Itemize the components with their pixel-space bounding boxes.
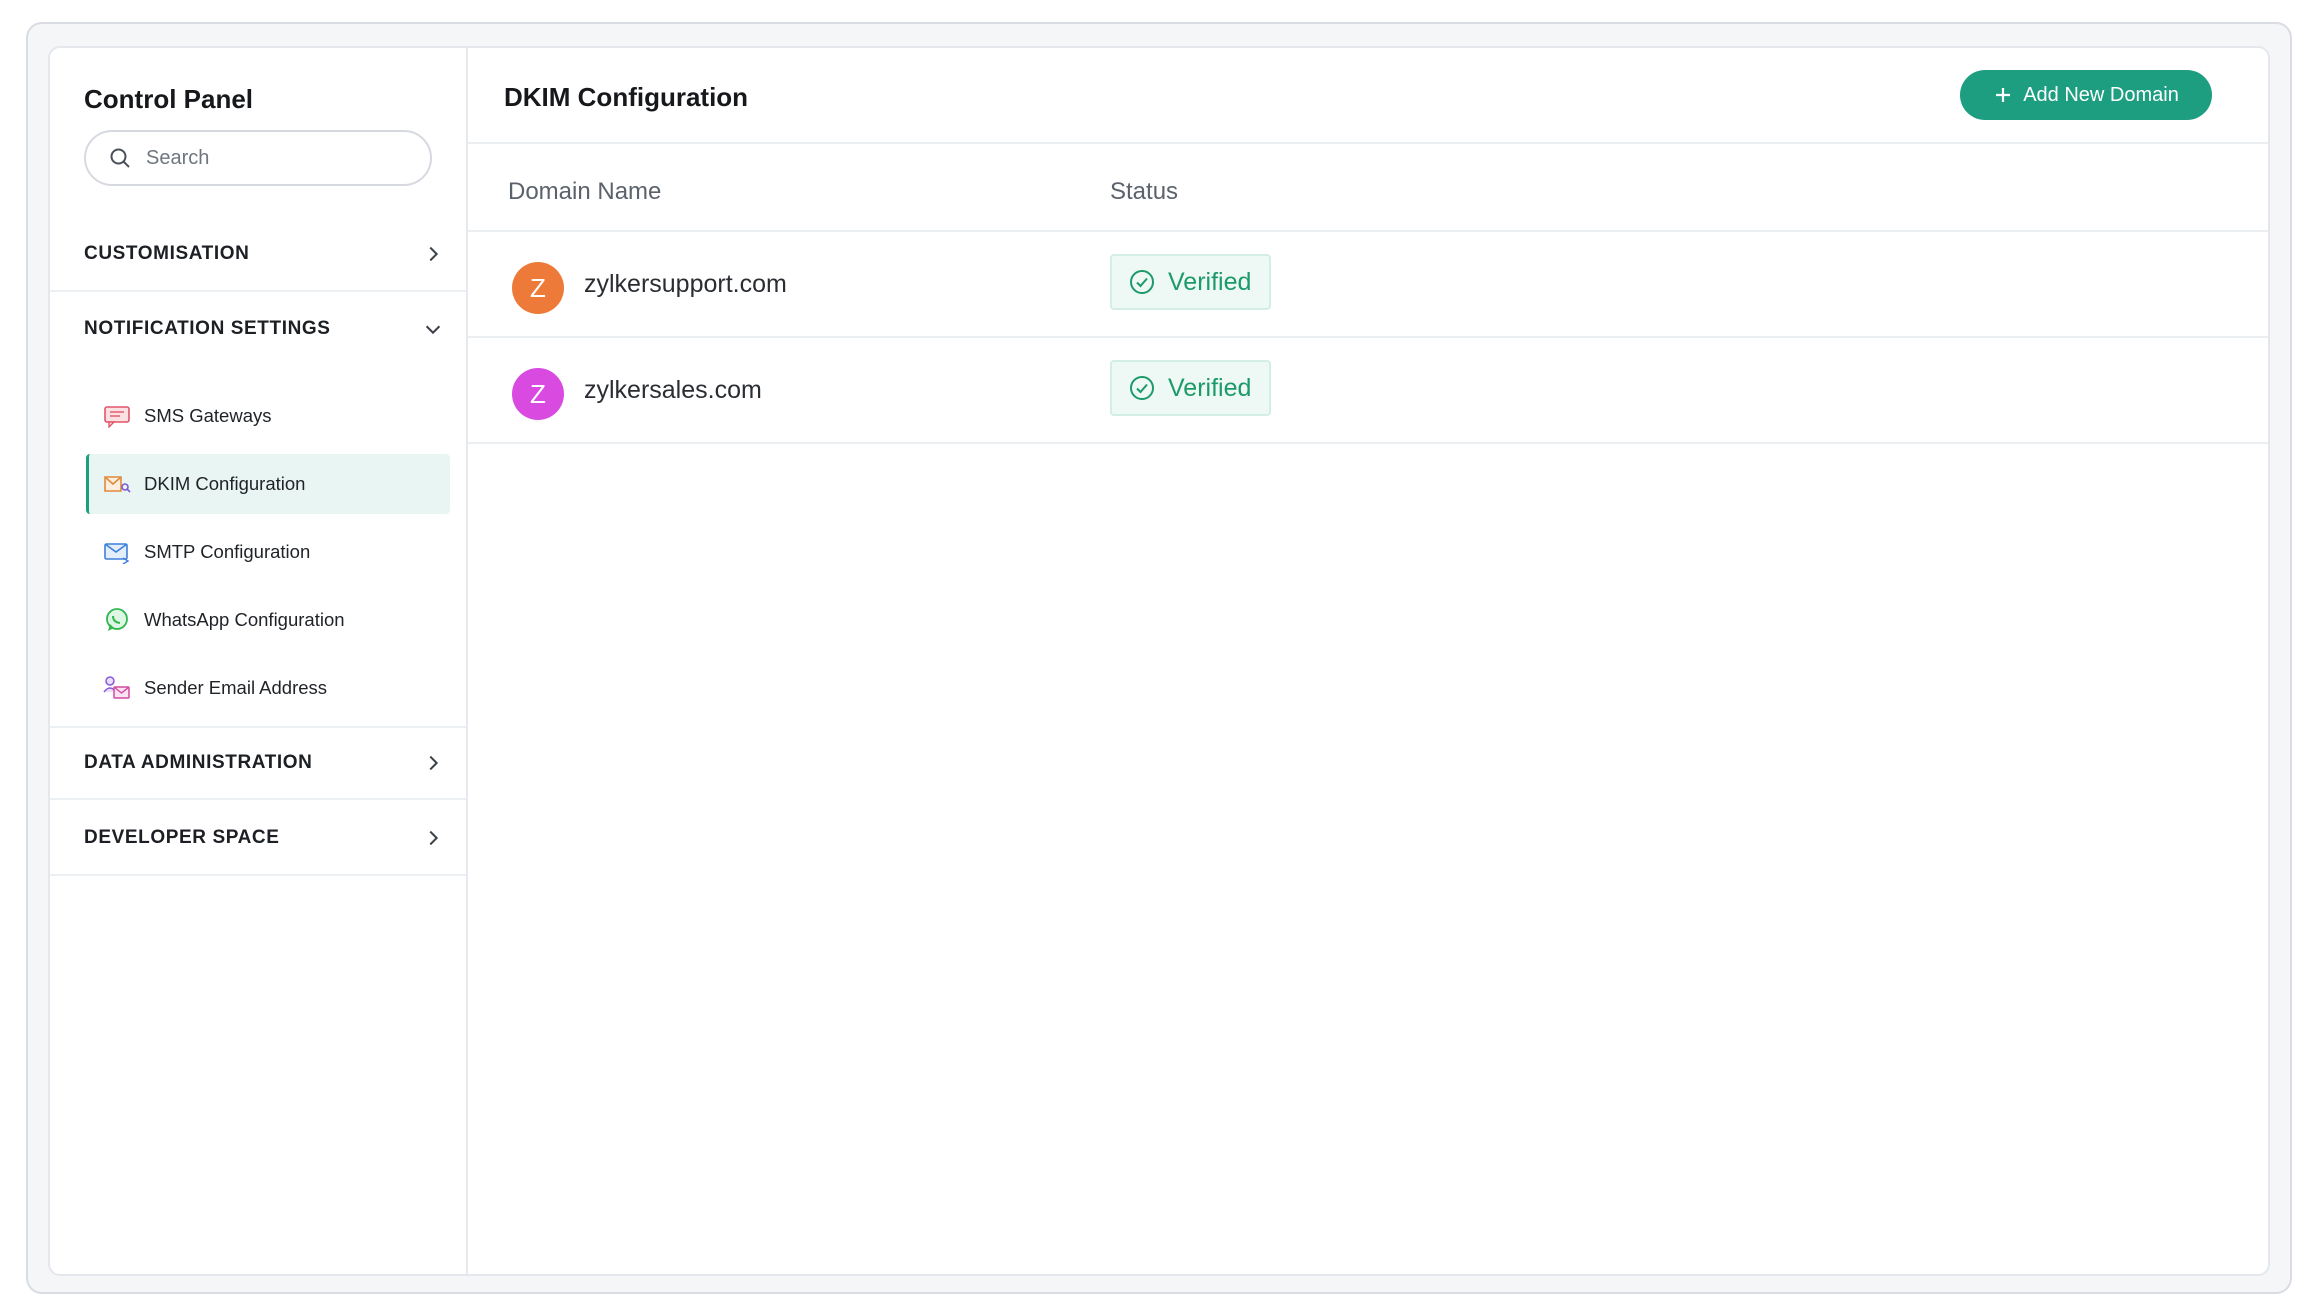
sidebar-item-label: DKIM Configuration — [144, 473, 306, 494]
sidebar-item-dkim-configuration[interactable]: DKIM Configuration — [86, 454, 450, 514]
search-box[interactable] — [84, 130, 432, 186]
sidebar-item-label: WhatsApp Configuration — [144, 609, 345, 630]
search-icon — [110, 148, 130, 168]
domain-avatar: Z — [512, 368, 564, 420]
section-label: NOTIFICATION SETTINGS — [84, 318, 331, 339]
table-row[interactable]: Z zylkersales.com Verified — [468, 338, 2268, 444]
chevron-right-icon — [429, 830, 439, 846]
sidebar-section-developer-space[interactable]: DEVELOPER SPACE — [50, 802, 466, 876]
section-label: DATA ADMINISTRATION — [84, 752, 313, 773]
status-badge: Verified — [1110, 360, 1272, 416]
sidebar-item-sender-email-address[interactable]: Sender Email Address — [86, 658, 450, 718]
column-header-domain: Domain Name — [508, 178, 662, 205]
table-header: Domain Name Status — [468, 144, 2268, 232]
search-input[interactable] — [146, 146, 406, 170]
domain-name: zylkersales.com — [584, 376, 762, 404]
sidebar-item-label: SMS Gateways — [144, 405, 272, 426]
smtp-icon — [102, 539, 132, 565]
chevron-right-icon — [429, 755, 439, 771]
column-header-status: Status — [1110, 178, 1179, 205]
chevron-down-icon — [425, 325, 441, 335]
main-content: DKIM Configuration Add New Domain Domain… — [468, 48, 2268, 1274]
status-text: Verified — [1168, 267, 1252, 296]
sidebar-section-data-administration[interactable]: DATA ADMINISTRATION — [50, 726, 466, 800]
main-header: DKIM Configuration Add New Domain — [468, 48, 2268, 144]
status-badge: Verified — [1110, 254, 1272, 310]
sidebar-section-notification-settings[interactable]: NOTIFICATION SETTINGS — [50, 292, 466, 366]
sms-icon — [102, 403, 132, 429]
sidebar-item-label: SMTP Configuration — [144, 541, 311, 562]
whatsapp-icon — [102, 607, 132, 633]
sidebar-title: Control Panel — [84, 84, 254, 114]
sidebar-item-smtp-configuration[interactable]: SMTP Configuration — [86, 522, 450, 582]
add-button-label: Add New Domain — [2023, 83, 2179, 106]
status-text: Verified — [1168, 373, 1252, 402]
dkim-icon — [102, 471, 132, 497]
sidebar-item-sms-gateways[interactable]: SMS Gateways — [86, 386, 450, 446]
sender-email-icon — [102, 675, 132, 701]
section-label: CUSTOMISATION — [84, 243, 250, 264]
domain-name: zylkersupport.com — [584, 270, 787, 298]
sidebar-section-customisation[interactable]: CUSTOMISATION — [50, 218, 466, 292]
table-row[interactable]: Z zylkersupport.com Verified — [468, 232, 2268, 338]
sidebar-item-whatsapp-configuration[interactable]: WhatsApp Configuration — [86, 590, 450, 650]
page-title: DKIM Configuration — [504, 82, 749, 112]
check-circle-icon — [1130, 376, 1154, 400]
sidebar: Control Panel CUSTOMISATION NOTIFICATION… — [50, 48, 468, 1274]
check-circle-icon — [1130, 270, 1154, 294]
add-new-domain-button[interactable]: Add New Domain — [1960, 70, 2212, 120]
plus-icon — [1996, 88, 2011, 102]
sidebar-item-label: Sender Email Address — [144, 677, 328, 698]
control-panel-window: Control Panel CUSTOMISATION NOTIFICATION… — [48, 46, 2270, 1276]
section-label: DEVELOPER SPACE — [84, 827, 280, 848]
domain-avatar: Z — [512, 262, 564, 314]
chevron-right-icon — [429, 246, 439, 262]
